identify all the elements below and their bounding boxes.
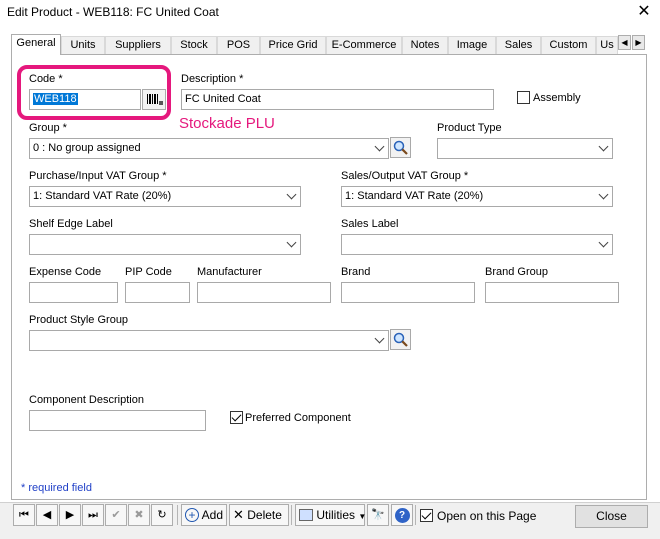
style-group-search-button[interactable] (390, 329, 411, 350)
product-type-label: Product Type (437, 122, 502, 134)
add-button-label: Add (201, 508, 224, 522)
description-input[interactable]: FC United Coat (181, 89, 494, 110)
sales-vat-select[interactable]: 1: Standard VAT Rate (20%) (341, 186, 613, 207)
tab-scroll-left-icon[interactable]: ◀ (618, 35, 631, 50)
tab-image[interactable]: Image (448, 36, 496, 54)
brand-group-input[interactable] (485, 282, 619, 303)
refresh-icon[interactable]: ↻ (151, 504, 173, 526)
close-button[interactable]: Close (575, 505, 648, 528)
brand-label: Brand (341, 266, 371, 278)
tab-e-commerce[interactable]: E-Commerce (326, 36, 402, 54)
shelf-edge-label-select[interactable] (29, 234, 301, 255)
preferred-component-checkbox[interactable] (230, 411, 243, 424)
pip-code-label: PIP Code (125, 266, 172, 278)
chevron-down-icon[interactable] (284, 237, 299, 252)
chevron-down-icon[interactable] (596, 189, 611, 204)
delete-button[interactable]: ✕ Delete (229, 504, 289, 526)
required-field-note: * required field (21, 482, 92, 494)
window-close-button[interactable]: ✕ (634, 1, 654, 23)
window-title: Edit Product - WEB118: FC United Coat (7, 5, 219, 19)
sales-vat-value: 1: Standard VAT Rate (20%) (345, 190, 484, 202)
delete-button-label: Delete (247, 508, 282, 522)
tab-price-grid[interactable]: Price Grid (260, 36, 326, 54)
toolbar-separator (291, 505, 292, 525)
group-value: 0 : No group assigned (33, 142, 141, 154)
component-description-label: Component Description (29, 394, 144, 406)
preferred-component-label: Preferred Component (245, 412, 351, 424)
sales-vat-label: Sales/Output VAT Group * (341, 170, 469, 182)
assembly-label: Assembly (533, 92, 581, 104)
stockade-plu-annotation: Stockade PLU (179, 115, 275, 132)
pip-code-input[interactable] (125, 282, 190, 303)
toolbar-separator (415, 505, 416, 525)
group-label: Group * (29, 122, 67, 134)
dropdown-arrow-icon: ▼ (358, 512, 367, 521)
shelf-edge-label-label: Shelf Edge Label (29, 218, 113, 230)
tab-notes[interactable]: Notes (402, 36, 448, 54)
brand-input[interactable] (341, 282, 475, 303)
tab-custom[interactable]: Custom (541, 36, 596, 54)
chevron-down-icon[interactable] (284, 189, 299, 204)
chevron-down-icon[interactable] (372, 141, 387, 156)
cancel-icon[interactable]: ✖ (128, 504, 150, 526)
manufacturer-label: Manufacturer (197, 266, 262, 278)
sales-label-select[interactable] (341, 234, 613, 255)
group-search-button[interactable] (390, 137, 411, 158)
help-icon[interactable]: ? (391, 504, 413, 526)
tab-sales[interactable]: Sales (496, 36, 541, 54)
checkmark-icon (231, 411, 242, 422)
tab-units[interactable]: Units (61, 36, 105, 54)
checkmark-icon (421, 509, 432, 520)
open-on-this-page-checkbox[interactable] (420, 509, 433, 522)
description-label: Description * (181, 73, 244, 85)
purchase-vat-label: Purchase/Input VAT Group * (29, 170, 167, 182)
open-on-this-page-label: Open on this Page (437, 509, 537, 523)
utilities-icon (299, 509, 313, 521)
first-record-icon[interactable]: ⏮ (13, 504, 35, 526)
code-highlight-annotation (17, 65, 171, 120)
tab-scroll-right-icon[interactable]: ▶ (632, 35, 645, 50)
tab-pos[interactable]: POS (217, 36, 260, 54)
purchase-vat-select[interactable]: 1: Standard VAT Rate (20%) (29, 186, 301, 207)
expense-code-label: Expense Code (29, 266, 102, 278)
tab-strip: General Units Suppliers Stock POS Price … (11, 34, 647, 55)
previous-record-icon[interactable]: ◀ (36, 504, 58, 526)
utilities-button[interactable]: Utilities ▼ (295, 504, 367, 526)
tab-suppliers[interactable]: Suppliers (105, 36, 171, 54)
chevron-down-icon[interactable] (596, 237, 611, 252)
binoculars-icon[interactable]: 🔭 (367, 504, 389, 526)
manufacturer-input[interactable] (197, 282, 331, 303)
product-type-select[interactable] (437, 138, 613, 159)
last-record-icon[interactable]: ⏭ (82, 504, 104, 526)
purchase-vat-value: 1: Standard VAT Rate (20%) (33, 190, 172, 202)
tab-stock[interactable]: Stock (171, 36, 217, 54)
component-description-input[interactable] (29, 410, 206, 431)
chevron-down-icon[interactable] (372, 333, 387, 348)
group-select[interactable]: 0 : No group assigned (29, 138, 389, 159)
assembly-checkbox[interactable] (517, 91, 530, 104)
tab-us[interactable]: Us (596, 36, 618, 54)
sales-label-label: Sales Label (341, 218, 399, 230)
confirm-icon[interactable]: ✔ (105, 504, 127, 526)
toolbar-separator (177, 505, 178, 525)
expense-code-input[interactable] (29, 282, 118, 303)
magnifier-icon (393, 332, 408, 347)
brand-group-label: Brand Group (485, 266, 548, 278)
add-icon: + (185, 508, 199, 522)
chevron-down-icon[interactable] (596, 141, 611, 156)
delete-x-icon: ✕ (233, 507, 244, 522)
tab-general[interactable]: General (11, 34, 61, 55)
utilities-button-label: Utilities (316, 508, 356, 522)
next-record-icon[interactable]: ▶ (59, 504, 81, 526)
product-style-group-label: Product Style Group (29, 314, 129, 326)
add-button[interactable]: + Add (181, 504, 227, 526)
general-panel (11, 54, 647, 500)
magnifier-icon (393, 140, 408, 155)
product-style-group-select[interactable] (29, 330, 389, 351)
